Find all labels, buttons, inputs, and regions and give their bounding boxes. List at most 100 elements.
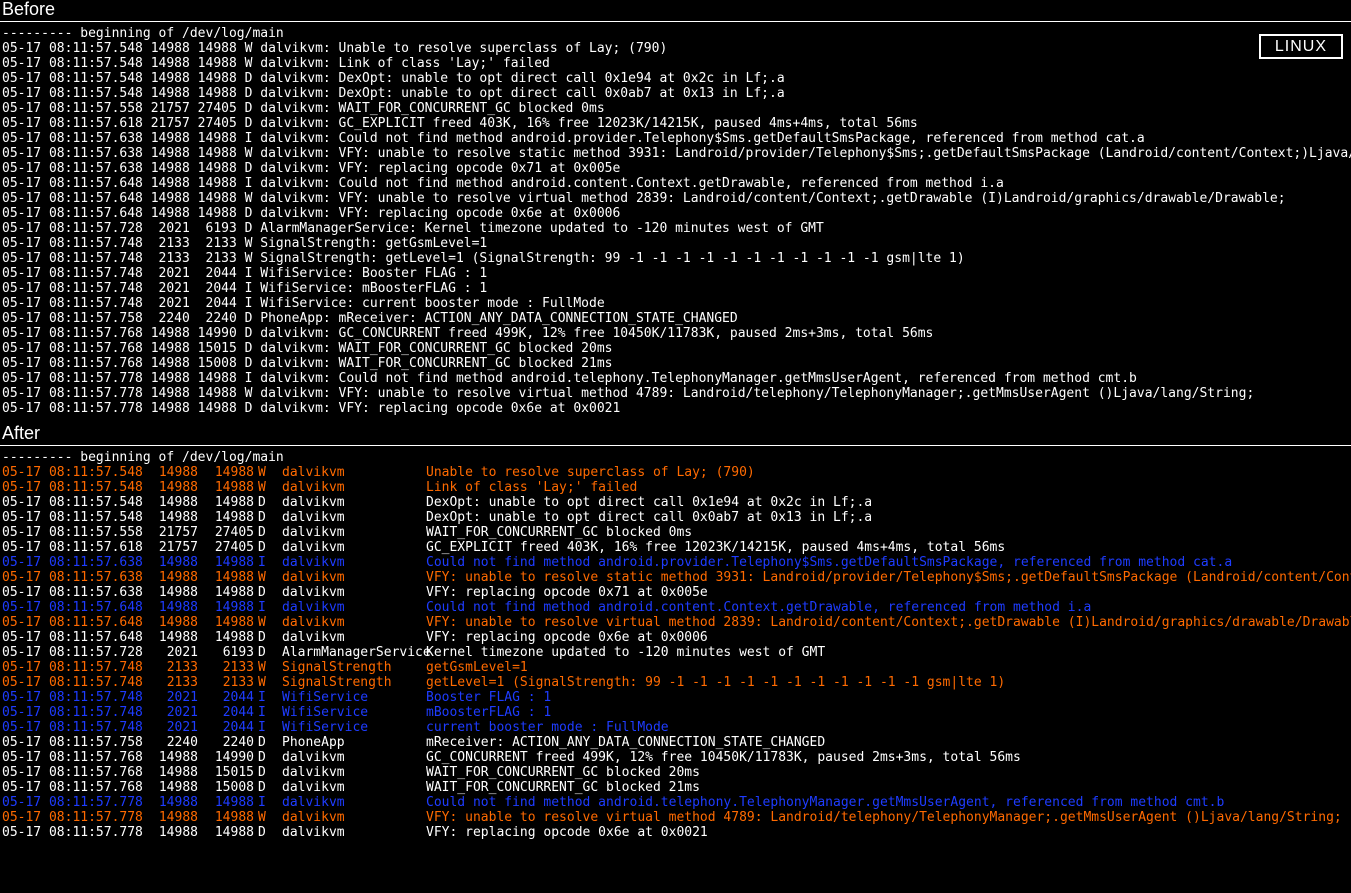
col-pid: 2133 [142, 675, 198, 690]
col-tid: 14988 [198, 555, 254, 570]
col-tag: dalvikvm [268, 795, 418, 810]
log-row: 05-17 08:11:57.7781498814988IdalvikvmCou… [2, 795, 1349, 810]
col-ts: 05-17 08:11:57.748 [2, 675, 142, 690]
col-tid: 14988 [198, 825, 254, 840]
col-tid: 2240 [198, 735, 254, 750]
col-msg: DexOpt: unable to opt direct call 0x0ab7… [418, 510, 872, 525]
col-lvl: D [254, 495, 268, 510]
col-lvl: D [254, 540, 268, 555]
col-pid: 21757 [142, 540, 198, 555]
log-row: 05-17 08:11:57.5481498814988DdalvikvmDex… [2, 495, 1349, 510]
col-tag: dalvikvm [268, 480, 418, 495]
col-lvl: D [254, 585, 268, 600]
col-pid: 2133 [142, 660, 198, 675]
col-msg: mReceiver: ACTION_ANY_DATA_CONNECTION_ST… [418, 735, 825, 750]
col-lvl: D [254, 735, 268, 750]
col-lvl: D [254, 825, 268, 840]
col-pid: 14988 [142, 570, 198, 585]
col-lvl: I [254, 690, 268, 705]
col-pid: 14988 [142, 825, 198, 840]
col-tag: PhoneApp [268, 735, 418, 750]
col-msg: GC_CONCURRENT freed 499K, 12% free 10450… [418, 750, 1021, 765]
col-ts: 05-17 08:11:57.548 [2, 510, 142, 525]
col-tid: 14988 [198, 600, 254, 615]
log-row: 05-17 08:11:57.6381498814988WdalvikvmVFY… [2, 570, 1349, 585]
log-row: 05-17 08:11:57.74820212044IWifiServiceBo… [2, 690, 1349, 705]
log-row: 05-17 08:11:57.6481498814988WdalvikvmVFY… [2, 615, 1349, 630]
col-ts: 05-17 08:11:57.618 [2, 540, 142, 555]
log-row: 05-17 08:11:57.5481498814988WdalvikvmUna… [2, 465, 1349, 480]
col-msg: Unable to resolve superclass of Lay; (79… [418, 465, 755, 480]
col-msg: Link of class 'Lay;' failed [418, 480, 637, 495]
log-row: 05-17 08:11:57.5582175727405DdalvikvmWAI… [2, 525, 1349, 540]
col-pid: 14988 [142, 495, 198, 510]
col-tid: 2044 [198, 705, 254, 720]
col-msg: Could not find method android.telephony.… [418, 795, 1224, 810]
after-heading: After [0, 424, 1351, 446]
col-lvl: D [254, 750, 268, 765]
col-tag: dalvikvm [268, 750, 418, 765]
col-tag: dalvikvm [268, 600, 418, 615]
col-msg: DexOpt: unable to opt direct call 0x1e94… [418, 495, 872, 510]
col-msg: VFY: unable to resolve static method 393… [418, 570, 1351, 585]
col-msg: VFY: unable to resolve virtual method 47… [418, 810, 1342, 825]
col-pid: 2021 [142, 690, 198, 705]
col-tag: dalvikvm [268, 555, 418, 570]
col-tag: WifiService [268, 690, 418, 705]
col-tid: 14988 [198, 795, 254, 810]
col-pid: 14988 [142, 510, 198, 525]
col-pid: 14988 [142, 630, 198, 645]
col-tag: dalvikvm [268, 615, 418, 630]
col-tag: SignalStrength [268, 660, 418, 675]
col-pid: 14988 [142, 795, 198, 810]
col-pid: 21757 [142, 525, 198, 540]
col-ts: 05-17 08:11:57.648 [2, 615, 142, 630]
before-log-block: --------- beginning of /dev/log/main 05-… [0, 22, 1351, 424]
col-tag: SignalStrength [268, 675, 418, 690]
col-ts: 05-17 08:11:57.638 [2, 570, 142, 585]
col-msg: Could not find method android.content.Co… [418, 600, 1091, 615]
col-pid: 14988 [142, 465, 198, 480]
col-msg: GC_EXPLICIT freed 403K, 16% free 12023K/… [418, 540, 1005, 555]
linux-badge: LINUX [1259, 34, 1343, 59]
log-row: 05-17 08:11:57.6182175727405DdalvikvmGC_… [2, 540, 1349, 555]
col-lvl: W [254, 675, 268, 690]
col-lvl: W [254, 615, 268, 630]
col-msg: VFY: replacing opcode 0x6e at 0x0021 [418, 825, 708, 840]
col-ts: 05-17 08:11:57.778 [2, 795, 142, 810]
col-ts: 05-17 08:11:57.748 [2, 705, 142, 720]
col-msg: current booster mode : FullMode [418, 720, 669, 735]
col-tid: 14990 [198, 750, 254, 765]
col-tid: 14988 [198, 810, 254, 825]
col-pid: 14988 [142, 750, 198, 765]
col-msg: getGsmLevel=1 [418, 660, 528, 675]
col-ts: 05-17 08:11:57.768 [2, 765, 142, 780]
col-msg: VFY: replacing opcode 0x71 at 0x005e [418, 585, 708, 600]
col-ts: 05-17 08:11:57.648 [2, 600, 142, 615]
col-lvl: I [254, 555, 268, 570]
col-tag: dalvikvm [268, 630, 418, 645]
col-msg: Kernel timezone updated to -120 minutes … [418, 645, 825, 660]
col-tag: dalvikvm [268, 570, 418, 585]
col-lvl: I [254, 600, 268, 615]
col-tid: 14988 [198, 480, 254, 495]
col-msg: WAIT_FOR_CONCURRENT_GC blocked 21ms [418, 780, 700, 795]
col-ts: 05-17 08:11:57.638 [2, 585, 142, 600]
col-ts: 05-17 08:11:57.558 [2, 525, 142, 540]
col-tid: 2133 [198, 675, 254, 690]
col-pid: 14988 [142, 615, 198, 630]
col-msg: WAIT_FOR_CONCURRENT_GC blocked 0ms [418, 525, 692, 540]
col-lvl: W [254, 660, 268, 675]
col-ts: 05-17 08:11:57.728 [2, 645, 142, 660]
col-pid: 14988 [142, 780, 198, 795]
col-pid: 14988 [142, 600, 198, 615]
col-ts: 05-17 08:11:57.778 [2, 810, 142, 825]
log-row: 05-17 08:11:57.6481498814988IdalvikvmCou… [2, 600, 1349, 615]
col-msg: Could not find method android.provider.T… [418, 555, 1232, 570]
col-pid: 2021 [142, 720, 198, 735]
col-pid: 14988 [142, 585, 198, 600]
log-row: 05-17 08:11:57.74820212044IWifiServicecu… [2, 720, 1349, 735]
col-ts: 05-17 08:11:57.548 [2, 465, 142, 480]
col-tag: AlarmManagerService [268, 645, 418, 660]
log-row: 05-17 08:11:57.7681498815015DdalvikvmWAI… [2, 765, 1349, 780]
